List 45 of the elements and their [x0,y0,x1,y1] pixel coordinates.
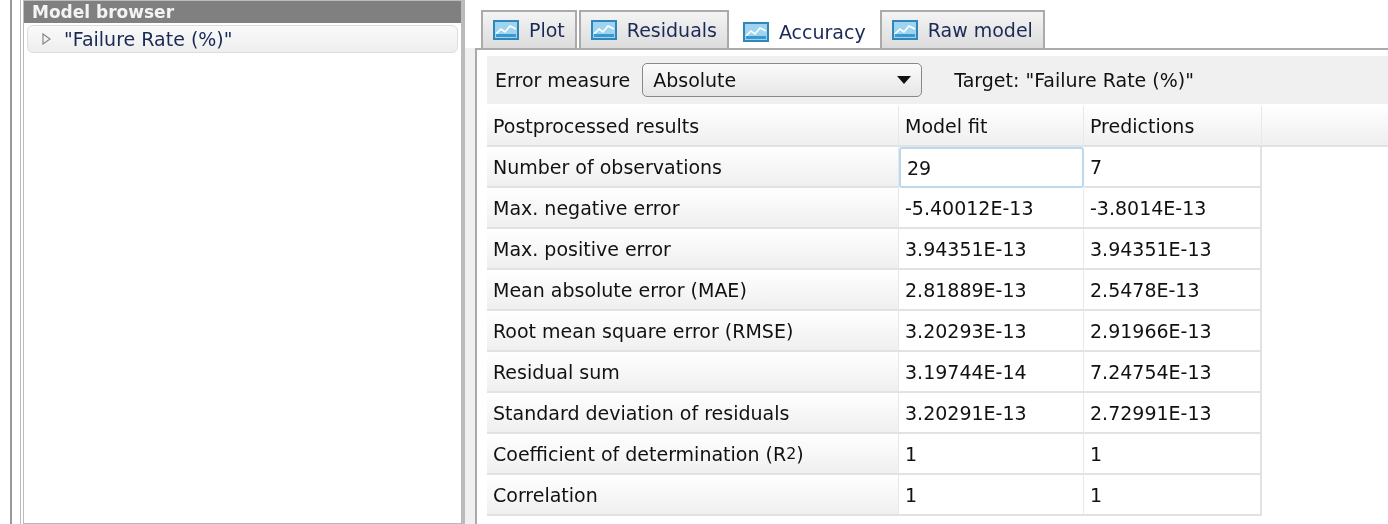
chart-icon [891,20,918,40]
table-cell[interactable]: 1 [1084,475,1262,516]
chart-icon [493,20,519,40]
table-cell[interactable]: 3.94351E-13 [899,229,1084,270]
row-label[interactable]: Correlation [487,475,899,516]
table-cell[interactable]: 2.5478E-13 [1084,270,1262,311]
table-cell[interactable]: 3.20291E-13 [899,393,1084,434]
expander-icon[interactable] [40,33,52,45]
column-header: Model fit [899,106,1084,147]
field-label: Error measure [495,69,631,91]
chart-icon [742,22,769,42]
row-label[interactable]: Max. negative error [487,188,899,229]
table-cell[interactable]: 3.19744E-14 [899,352,1084,393]
table-cell[interactable]: 2.81889E-13 [899,270,1084,311]
column-header: Predictions [1084,106,1262,147]
tree-item-label: "Failure Rate (%)" [64,28,233,50]
table-cell[interactable]: 3.20293E-13 [899,311,1084,352]
row-label[interactable]: Max. positive error [487,229,899,270]
tab[interactable]: Raw model [879,10,1045,48]
table-cell[interactable]: 1 [899,475,1084,516]
table-cell[interactable]: 2.91966E-13 [1084,311,1262,352]
panel-title: Model browser [24,1,461,23]
tab[interactable]: Plot [481,10,577,48]
row-label[interactable]: Root mean square error (RMSE) [487,311,899,352]
column-header: Postprocessed results [487,106,899,147]
row-label[interactable]: Standard deviation of residuals [487,393,899,434]
table-cell[interactable]: -5.40012E-13 [899,188,1084,229]
row-label[interactable]: Mean absolute error (MAE) [487,270,899,311]
table-cell[interactable]: 1 [899,434,1084,475]
table-cell[interactable]: 1 [1084,434,1262,475]
row-label[interactable]: Number of observations [487,147,899,188]
tab[interactable]: Residuals [578,10,729,48]
row-label[interactable]: Residual sum [487,352,899,393]
table-cell[interactable]: 3.94351E-13 [1084,229,1262,270]
caret-icon [897,76,912,84]
tree-item[interactable]: "Failure Rate (%)" [27,25,458,53]
table-cell[interactable]: -3.8014E-13 [1084,188,1262,229]
table-cell[interactable]: 7 [1084,147,1262,188]
table-cell[interactable]: 29 [899,147,1084,188]
error-measure-dropdown[interactable]: Absolute [642,63,923,97]
target-label: Target: "Failure Rate (%)" [954,69,1194,91]
table-cell[interactable]: 2.72991E-13 [1084,393,1262,434]
chart-icon [590,20,617,40]
table-cell[interactable]: 7.24754E-13 [1084,352,1262,393]
splitter-bar[interactable] [10,0,21,524]
